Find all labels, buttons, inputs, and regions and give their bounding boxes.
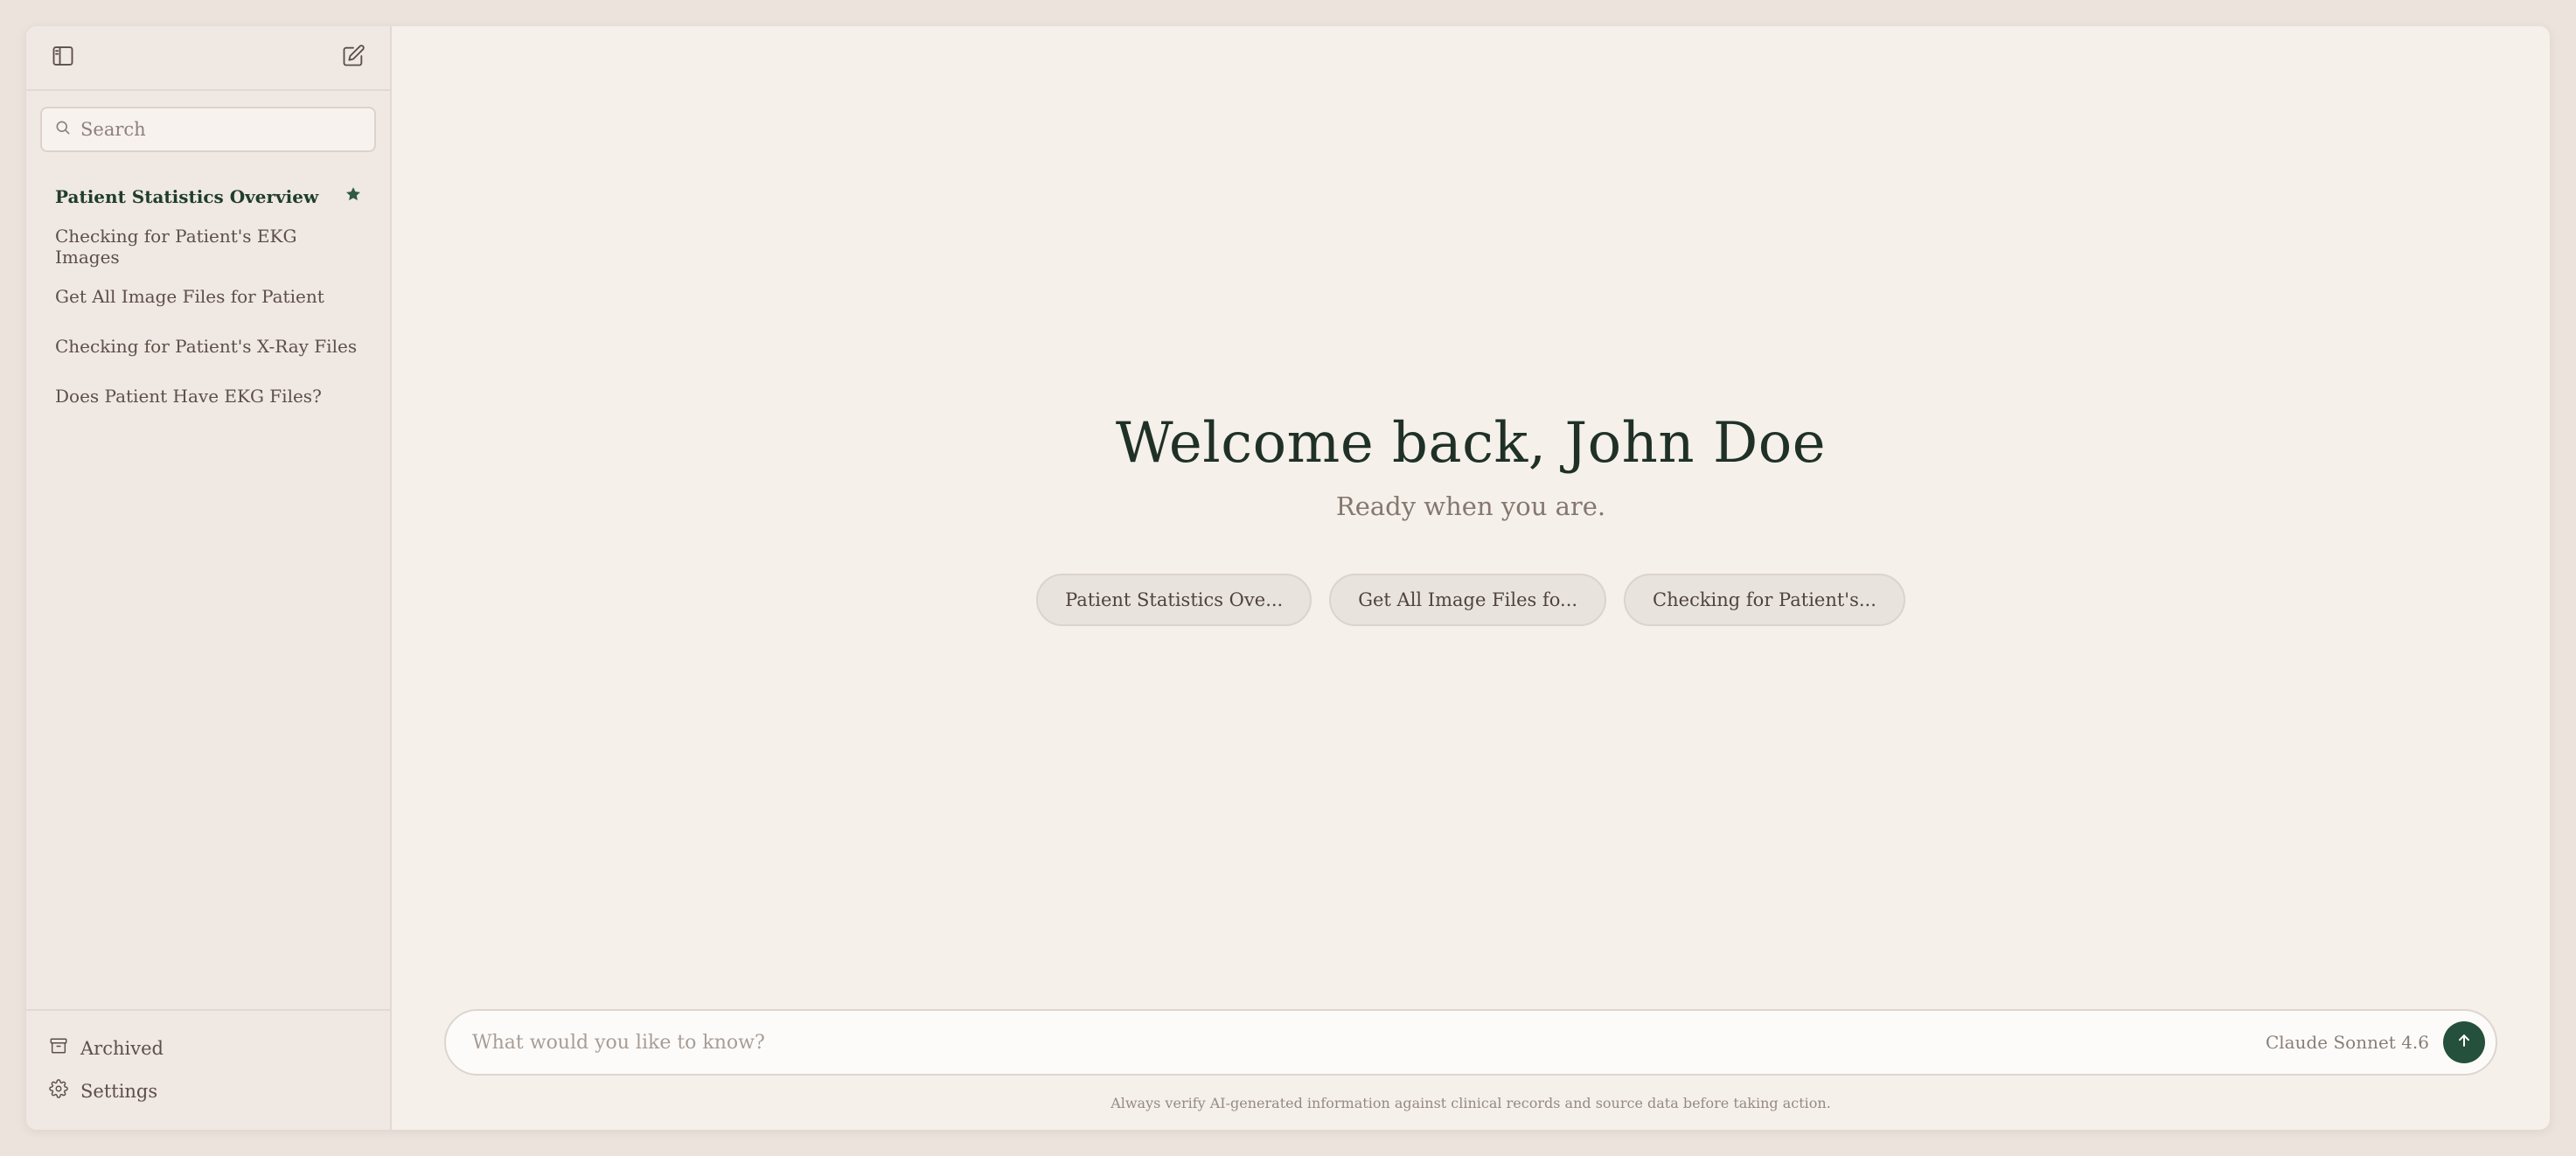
search-icon xyxy=(54,119,72,140)
archive-icon xyxy=(49,1036,68,1060)
send-button[interactable] xyxy=(2443,1021,2485,1063)
conversation-label: Get All Image Files for Patient xyxy=(55,285,324,307)
disclaimer-text: Always verify AI-generated information a… xyxy=(1110,1095,1831,1111)
conversation-label: Checking for Patient's EKG Images xyxy=(55,225,297,268)
composer: Claude Sonnet 4.6 xyxy=(444,1009,2497,1076)
conversation-item-ekg-images[interactable]: Checking for Patient's EKG Images xyxy=(26,221,390,271)
search-container xyxy=(26,91,390,152)
conversation-item-x-ray-files[interactable]: Checking for Patient's X-Ray Files xyxy=(26,321,390,371)
conversation-item-ekg-files[interactable]: Does Patient Have EKG Files? xyxy=(26,371,390,421)
star-icon[interactable] xyxy=(345,185,362,207)
conversation-label: Does Patient Have EKG Files? xyxy=(55,385,322,407)
message-input[interactable] xyxy=(472,1031,2266,1054)
conversation-label: Checking for Patient's X-Ray Files xyxy=(55,335,358,357)
conversation-label: Patient Statistics Overview xyxy=(55,185,319,207)
sidebar: Patient Statistics Overview Checking for… xyxy=(26,26,392,1130)
main-panel: Welcome back, John Doe Ready when you ar… xyxy=(392,26,2550,1130)
new-chat-button[interactable] xyxy=(336,40,371,75)
archived-label: Archived xyxy=(80,1037,164,1059)
archived-button[interactable]: Archived xyxy=(26,1027,390,1069)
settings-label: Settings xyxy=(80,1080,158,1102)
model-selector[interactable]: Claude Sonnet 4.6 xyxy=(2266,1032,2429,1053)
sidebar-header xyxy=(26,26,390,91)
conversation-item-patient-statistics-overview[interactable]: Patient Statistics Overview xyxy=(26,171,390,221)
sidebar-footer: Archived Settings xyxy=(26,1009,390,1130)
suggestion-chip-patient-statistics[interactable]: Patient Statistics Ove... xyxy=(1036,574,1312,626)
gear-icon xyxy=(49,1079,68,1103)
app-window: Patient Statistics Overview Checking for… xyxy=(26,26,2550,1130)
edit-icon xyxy=(341,44,366,72)
sidebar-toggle-button[interactable] xyxy=(45,40,80,75)
search-input[interactable] xyxy=(80,119,362,140)
welcome-title: Welcome back, John Doe xyxy=(1115,411,1827,476)
suggestion-chip-image-files[interactable]: Get All Image Files fo... xyxy=(1329,574,1607,626)
sidebar-toggle-icon xyxy=(51,44,75,72)
suggestion-chips: Patient Statistics Ove... Get All Image … xyxy=(392,574,2550,626)
conversation-list: Patient Statistics Overview Checking for… xyxy=(26,152,390,1009)
search-box xyxy=(40,107,376,152)
arrow-up-icon xyxy=(2455,1032,2473,1053)
settings-button[interactable]: Settings xyxy=(26,1069,390,1112)
welcome-subtitle: Ready when you are. xyxy=(1335,491,1606,521)
suggestion-chip-checking-patient[interactable]: Checking for Patient's... xyxy=(1624,574,1905,626)
conversation-item-image-files[interactable]: Get All Image Files for Patient xyxy=(26,271,390,321)
welcome-section: Welcome back, John Doe Ready when you ar… xyxy=(392,411,2550,521)
